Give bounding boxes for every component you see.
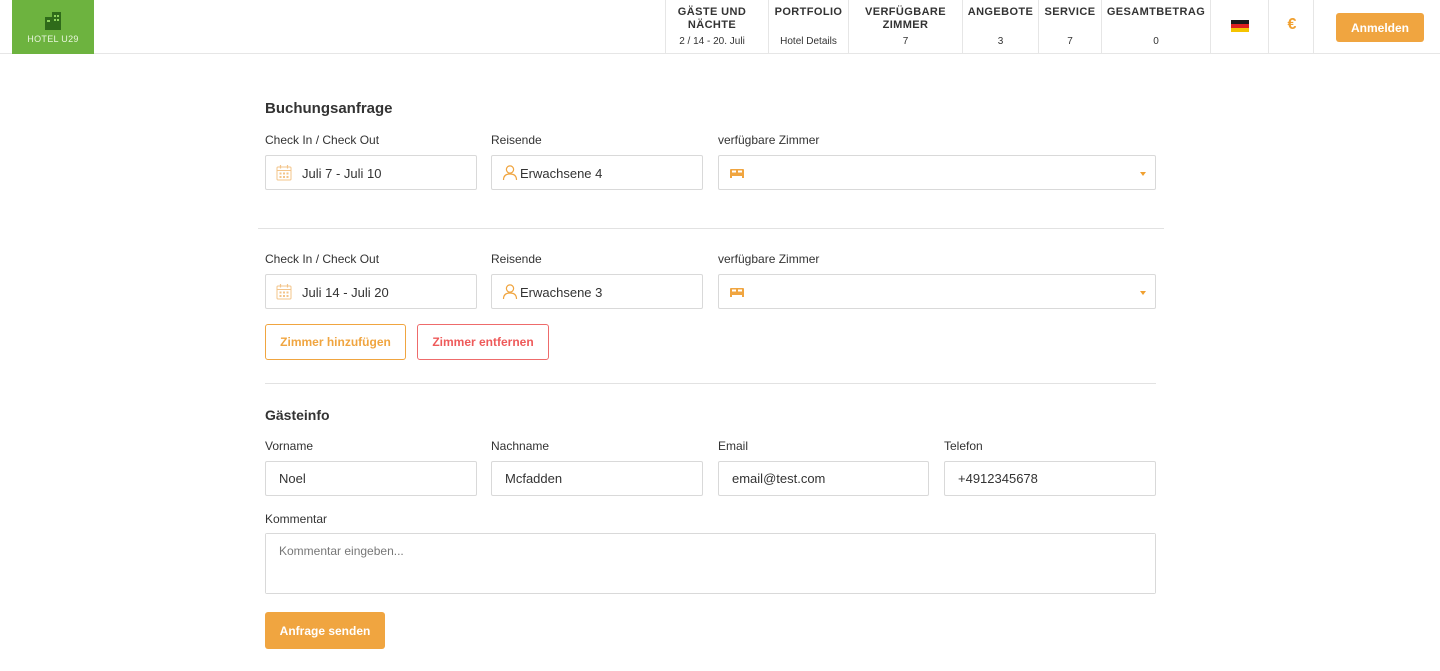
- comment-field[interactable]: [265, 533, 1156, 594]
- room1-room-select[interactable]: [718, 155, 1156, 190]
- nav-service[interactable]: SERVICE 7: [1038, 0, 1101, 54]
- email-field[interactable]: [718, 461, 929, 496]
- logo-text: HOTEL U29: [27, 34, 79, 44]
- last-name-field[interactable]: [491, 461, 703, 496]
- first-name-field[interactable]: [265, 461, 477, 496]
- room1-guests-field[interactable]: Erwachsene 4: [491, 155, 703, 190]
- nav-guests-nights-value: 2 / 14 - 20. Juli: [679, 36, 745, 47]
- person-icon: [502, 284, 518, 300]
- room1-date-range-field[interactable]: Juli 7 - Juli 10: [265, 155, 477, 190]
- first-name-input[interactable]: [266, 462, 476, 495]
- email-input[interactable]: [719, 462, 928, 495]
- divider: [265, 383, 1156, 384]
- email-label: Email: [718, 439, 749, 453]
- nav-service-value: 7: [1067, 36, 1073, 47]
- last-name-label: Nachname: [491, 439, 550, 453]
- top-header: HOTEL U29 GÄSTE UND NÄCHTE 2 / 14 - 20. …: [0, 0, 1440, 54]
- phone-input[interactable]: [945, 462, 1155, 495]
- flag-germany-icon: [1231, 20, 1249, 32]
- room1-dates-label: Check In / Check Out: [265, 133, 380, 147]
- calendar-icon: [276, 284, 292, 300]
- submit-request-button[interactable]: Anfrage senden: [265, 612, 385, 649]
- language-selector[interactable]: [1210, 0, 1268, 54]
- bed-icon: [730, 169, 744, 178]
- room2-dates-label: Check In / Check Out: [265, 252, 380, 266]
- room2-guests-label: Reisende: [491, 252, 542, 266]
- nav-guests-nights[interactable]: GÄSTE UND NÄCHTE 2 / 14 - 20. Juli: [665, 0, 758, 54]
- room2-date-range-field[interactable]: Juli 14 - Juli 20: [265, 274, 477, 309]
- divider: [258, 228, 1164, 229]
- login-button[interactable]: Anmelden: [1336, 13, 1424, 42]
- nav-total-amount-title: GESAMTBETRAG: [1106, 6, 1206, 18]
- calendar-icon: [276, 165, 292, 181]
- phone-field[interactable]: [944, 461, 1156, 496]
- person-icon: [502, 165, 518, 181]
- phone-label: Telefon: [944, 439, 983, 453]
- nav-available-rooms-title: VERFÜGBARE ZIMMER: [864, 6, 946, 31]
- room1-guests-label: Reisende: [491, 133, 542, 147]
- room2-guests-value: Erwachsene 3: [520, 285, 603, 300]
- room2-guests-field[interactable]: Erwachsene 3: [491, 274, 703, 309]
- guest-info-title: Gästeinfo: [265, 407, 330, 423]
- room2-room-select[interactable]: [718, 274, 1156, 309]
- nav-offers[interactable]: ANGEBOTE 3: [962, 0, 1038, 54]
- hotel-logo[interactable]: HOTEL U29: [12, 0, 94, 54]
- remove-room-button[interactable]: Zimmer entfernen: [417, 324, 549, 360]
- nav-offers-title: ANGEBOTE: [967, 6, 1034, 18]
- nav-total-amount-value: 0: [1153, 36, 1159, 47]
- nav-total-amount[interactable]: GESAMTBETRAG 0: [1101, 0, 1210, 54]
- room2-rooms-label: verfügbare Zimmer: [718, 252, 820, 266]
- last-name-input[interactable]: [492, 462, 702, 495]
- nav-portfolio-value: Hotel Details: [780, 36, 837, 47]
- room2-date-range-value: Juli 14 - Juli 20: [302, 285, 389, 300]
- euro-icon: €: [1287, 16, 1297, 33]
- building-icon: [45, 12, 61, 30]
- nav-guests-nights-title: GÄSTE UND NÄCHTE: [677, 6, 747, 31]
- room1-date-range-value: Juli 7 - Juli 10: [302, 166, 382, 181]
- chevron-down-icon: [1140, 291, 1146, 295]
- bed-icon: [730, 288, 744, 297]
- nav-available-rooms[interactable]: VERFÜGBARE ZIMMER 7: [848, 0, 962, 54]
- chevron-down-icon: [1140, 172, 1146, 176]
- room1-guests-value: Erwachsene 4: [520, 166, 603, 181]
- first-name-label: Vorname: [265, 439, 314, 453]
- nav-portfolio-title: PORTFOLIO: [774, 6, 843, 18]
- nav-offers-value: 3: [997, 36, 1004, 47]
- nav-portfolio[interactable]: PORTFOLIO Hotel Details: [768, 0, 848, 54]
- room1-rooms-label: verfügbare Zimmer: [718, 133, 820, 147]
- booking-title: Buchungsanfrage: [265, 100, 393, 117]
- add-room-button[interactable]: Zimmer hinzufügen: [265, 324, 406, 360]
- nav-available-rooms-value: 7: [902, 36, 909, 47]
- nav-service-title: SERVICE: [1044, 6, 1096, 18]
- currency-selector[interactable]: €: [1268, 0, 1314, 54]
- comment-label: Kommentar: [265, 512, 328, 526]
- comment-textarea[interactable]: [266, 534, 1155, 593]
